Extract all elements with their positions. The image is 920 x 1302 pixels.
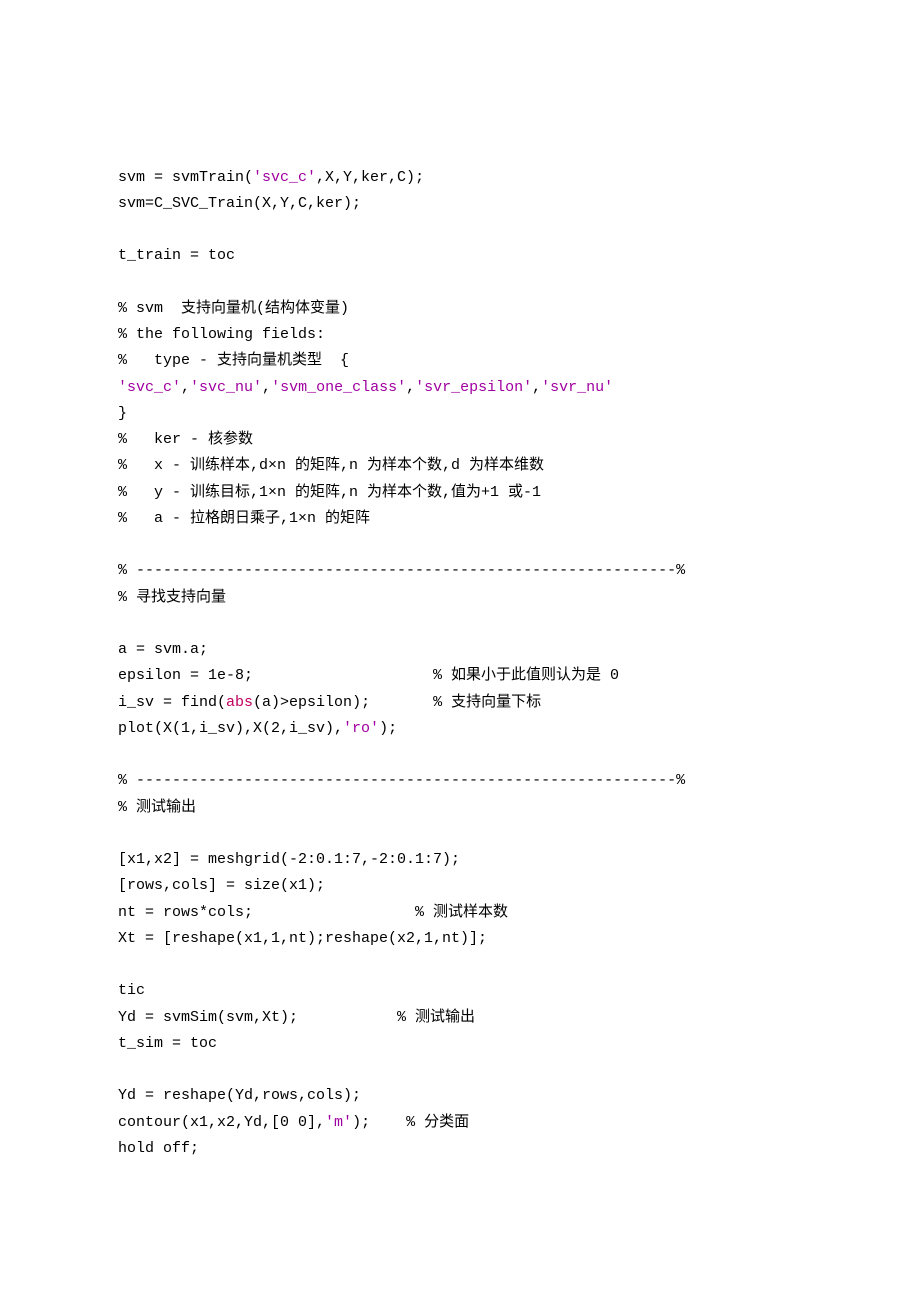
string-literal: 'svc_nu'	[190, 379, 262, 396]
code-line	[118, 742, 802, 768]
code-line: [rows,cols] = size(x1);	[118, 873, 802, 899]
code-text: Yd = reshape(Yd,rows,cols);	[118, 1087, 361, 1104]
code-line: plot(X(1,i_sv),X(2,i_sv),'ro');	[118, 716, 802, 742]
code-line: % x - 训练样本,d×n 的矩阵,n 为样本个数,d 为样本维数	[118, 453, 802, 479]
code-text: svm=C_SVC_Train(X,Y,C,ker);	[118, 195, 361, 212]
code-text: (a)>epsilon); % 支持向量下标	[253, 694, 541, 711]
code-line: }	[118, 401, 802, 427]
code-text: % svm 支持向量机(结构体变量)	[118, 300, 349, 317]
code-text: ,	[262, 379, 271, 396]
code-line: svm=C_SVC_Train(X,Y,C,ker);	[118, 191, 802, 217]
code-line	[118, 270, 802, 296]
string-literal: 'm'	[325, 1114, 352, 1131]
string-literal: 'svr_epsilon'	[415, 379, 532, 396]
code-text: plot(X(1,i_sv),X(2,i_sv),	[118, 720, 343, 737]
code-line	[118, 611, 802, 637]
code-text: % type - 支持向量机类型 {	[118, 352, 349, 369]
code-text: [rows,cols] = size(x1);	[118, 877, 325, 894]
code-line: nt = rows*cols; % 测试样本数	[118, 900, 802, 926]
code-line: % --------------------------------------…	[118, 768, 802, 794]
code-text: ); % 分类面	[352, 1114, 469, 1131]
code-text: % the following fields:	[118, 326, 325, 343]
code-text: t_train = toc	[118, 247, 235, 264]
code-text: % y - 训练目标,1×n 的矩阵,n 为样本个数,值为+1 或-1	[118, 484, 541, 501]
code-page: svm = svmTrain('svc_c',X,Y,ker,C);svm=C_…	[0, 0, 920, 1302]
code-text: % 寻找支持向量	[118, 589, 226, 606]
code-line: i_sv = find(abs(a)>epsilon); % 支持向量下标	[118, 690, 802, 716]
code-text: i_sv = find(	[118, 694, 226, 711]
code-text: Xt = [reshape(x1,1,nt);reshape(x2,1,nt)]…	[118, 930, 487, 947]
string-literal: 'ro'	[343, 720, 379, 737]
code-line: % svm 支持向量机(结构体变量)	[118, 296, 802, 322]
code-line: Yd = svmSim(svm,Xt); % 测试输出	[118, 1005, 802, 1031]
code-line	[118, 952, 802, 978]
string-literal: 'svc_c'	[253, 169, 316, 186]
code-line: % 寻找支持向量	[118, 585, 802, 611]
code-text: }	[118, 405, 127, 422]
function-name: abs	[226, 694, 253, 711]
code-line: t_train = toc	[118, 243, 802, 269]
string-literal: 'svr_nu'	[541, 379, 613, 396]
code-line: tic	[118, 978, 802, 1004]
code-text: ,	[406, 379, 415, 396]
code-line: % 测试输出	[118, 795, 802, 821]
code-line: % type - 支持向量机类型 {	[118, 348, 802, 374]
code-line	[118, 1057, 802, 1083]
code-line: % a - 拉格朗日乘子,1×n 的矩阵	[118, 506, 802, 532]
code-text: % x - 训练样本,d×n 的矩阵,n 为样本个数,d 为样本维数	[118, 457, 544, 474]
code-line: 'svc_c','svc_nu','svm_one_class','svr_ep…	[118, 375, 802, 401]
code-line: a = svm.a;	[118, 637, 802, 663]
code-line	[118, 217, 802, 243]
code-text: );	[379, 720, 397, 737]
code-line	[118, 532, 802, 558]
code-text: nt = rows*cols; % 测试样本数	[118, 904, 508, 921]
code-text: epsilon = 1e-8; % 如果小于此值则认为是 0	[118, 667, 619, 684]
code-text: svm = svmTrain(	[118, 169, 253, 186]
string-literal: 'svm_one_class'	[271, 379, 406, 396]
code-text: % a - 拉格朗日乘子,1×n 的矩阵	[118, 510, 370, 527]
code-text: a = svm.a;	[118, 641, 208, 658]
code-line: contour(x1,x2,Yd,[0 0],'m'); % 分类面	[118, 1110, 802, 1136]
code-text: % ker - 核参数	[118, 431, 253, 448]
code-text: hold off;	[118, 1140, 199, 1157]
code-line: Yd = reshape(Yd,rows,cols);	[118, 1083, 802, 1109]
code-line: Xt = [reshape(x1,1,nt);reshape(x2,1,nt)]…	[118, 926, 802, 952]
code-text: ,	[181, 379, 190, 396]
code-text: [x1,x2] = meshgrid(-2:0.1:7,-2:0.1:7);	[118, 851, 460, 868]
string-literal: 'svc_c'	[118, 379, 181, 396]
code-text: Yd = svmSim(svm,Xt); % 测试输出	[118, 1009, 475, 1026]
code-text: ,X,Y,ker,C);	[316, 169, 424, 186]
code-line: % the following fields:	[118, 322, 802, 348]
code-text: t_sim = toc	[118, 1035, 217, 1052]
code-line: % y - 训练目标,1×n 的矩阵,n 为样本个数,值为+1 或-1	[118, 480, 802, 506]
code-text: % --------------------------------------…	[118, 772, 685, 789]
code-text: tic	[118, 982, 145, 999]
code-line: % --------------------------------------…	[118, 558, 802, 584]
code-line: [x1,x2] = meshgrid(-2:0.1:7,-2:0.1:7);	[118, 847, 802, 873]
code-text: % --------------------------------------…	[118, 562, 685, 579]
code-line: svm = svmTrain('svc_c',X,Y,ker,C);	[118, 165, 802, 191]
code-line: epsilon = 1e-8; % 如果小于此值则认为是 0	[118, 663, 802, 689]
code-text: ,	[532, 379, 541, 396]
code-line: % ker - 核参数	[118, 427, 802, 453]
code-text: % 测试输出	[118, 799, 196, 816]
matlab-code-block: svm = svmTrain('svc_c',X,Y,ker,C);svm=C_…	[118, 165, 802, 1163]
code-line: t_sim = toc	[118, 1031, 802, 1057]
code-line	[118, 821, 802, 847]
code-line: hold off;	[118, 1136, 802, 1162]
code-text: contour(x1,x2,Yd,[0 0],	[118, 1114, 325, 1131]
